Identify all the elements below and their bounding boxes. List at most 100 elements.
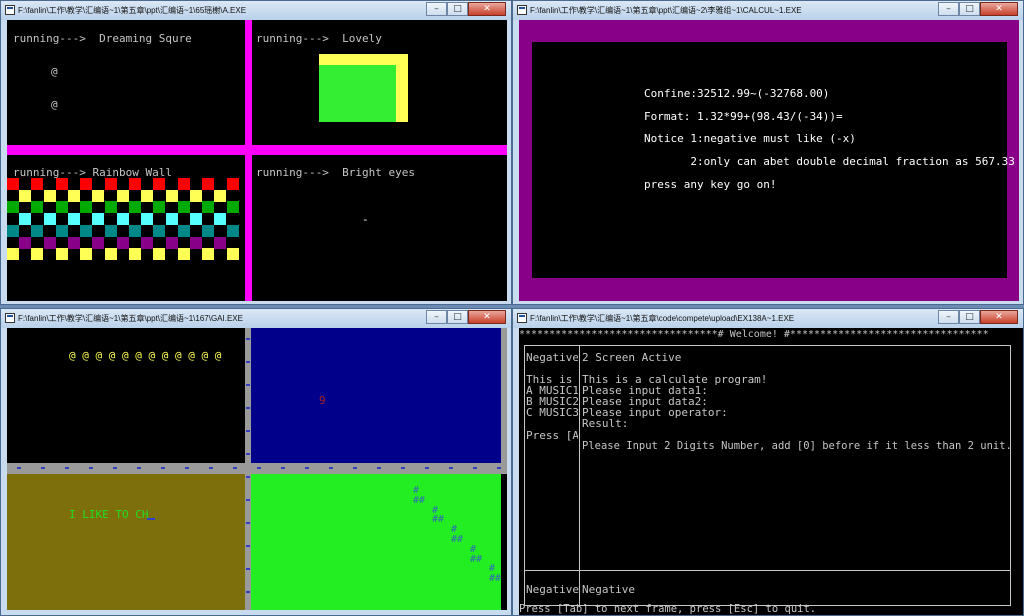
minimize-button[interactable]: –	[938, 310, 959, 324]
rainbow-brick	[202, 224, 215, 237]
at-row: @ @ @ @ @ @ @ @ @ @ @ @	[69, 349, 222, 362]
minimize-icon: –	[434, 312, 439, 322]
app-icon	[517, 5, 527, 15]
divider-dot	[246, 591, 250, 593]
divider-dot	[246, 384, 250, 386]
bottom-right-status: Negative	[582, 583, 635, 596]
rainbow-brick	[165, 236, 178, 249]
rainbow-brick	[177, 248, 190, 261]
rainbow-brick	[141, 189, 154, 202]
window-calculator[interactable]: F:\fanlin\工作\教学\汇编语~1\第五章\ppt\汇编语~2\李雅组~…	[512, 0, 1024, 305]
close-button[interactable]: ✕	[980, 310, 1018, 324]
divider-dot	[305, 467, 309, 469]
rainbow-brick	[116, 189, 129, 202]
close-icon: ✕	[483, 312, 491, 322]
minimize-button[interactable]: –	[938, 2, 959, 16]
maximize-button[interactable]: □	[447, 310, 468, 324]
rainbow-brick	[7, 201, 19, 214]
rainbow-brick	[31, 248, 44, 261]
frame-vertical-divider	[579, 345, 580, 606]
rainbow-brick	[129, 178, 141, 190]
rainbow-brick	[202, 178, 215, 190]
title-bar[interactable]: F:\fanlin\工作\教学\汇编语~1\第五章\ppt\汇编语~2\李雅组~…	[513, 1, 1023, 20]
console-area[interactable]: running---> Dreaming Squre @ @ running--…	[7, 20, 507, 301]
app-icon	[5, 313, 15, 323]
quad-green	[251, 474, 501, 610]
hash-mark: ##	[432, 514, 445, 526]
footer-hint: Press [Tab] to next frame, press [Esc] t…	[519, 603, 817, 615]
rainbow-brick	[153, 201, 166, 214]
minimize-button[interactable]: –	[426, 2, 447, 16]
title-bar[interactable]: F:\fanlin\工作\教学\汇编语~1\第五章\ppt\汇编语~1\65瑶榭…	[1, 1, 511, 20]
scrollbar[interactable]	[501, 328, 507, 463]
left-line: Press [A	[526, 429, 578, 442]
divider-dot	[161, 467, 165, 469]
maximize-button[interactable]: □	[959, 310, 980, 324]
q1-char: @	[51, 98, 58, 111]
rainbow-brick	[190, 189, 202, 202]
window-ex138a[interactable]: F:\fanlin\工作\教学\汇编语~1\第五章\code\compete\u…	[512, 308, 1024, 616]
divider-horizontal	[7, 145, 507, 155]
rainbow-brick	[104, 201, 117, 214]
divider-dot	[449, 467, 453, 469]
rainbow-brick	[153, 224, 166, 237]
olive-text: I LIKE TO CH	[69, 508, 149, 521]
divider-dot	[137, 467, 141, 469]
rainbow-brick	[226, 224, 239, 237]
rainbow-brick	[226, 178, 239, 190]
rainbow-brick	[177, 201, 190, 214]
rainbow-brick	[55, 178, 68, 190]
hash-mark: ##	[451, 534, 464, 545]
console-area[interactable]: Confine:32512.99~(-32768.00) Format: 1.3…	[519, 20, 1019, 301]
divider-dot	[233, 467, 237, 469]
divider-dot	[246, 338, 250, 340]
divider-dot	[209, 467, 213, 469]
right-frame[interactable]: 2 Screen Active This is a calculate prog…	[582, 351, 1010, 551]
restore-icon: □	[965, 312, 974, 322]
rainbow-brick	[80, 178, 93, 190]
rainbow-brick	[92, 236, 105, 249]
rainbow-brick	[43, 213, 56, 226]
rainbow-brick	[190, 236, 202, 249]
close-button[interactable]: ✕	[980, 2, 1018, 16]
divider-dot	[246, 568, 250, 570]
rainbow-brick	[226, 248, 239, 261]
divider-dot	[257, 467, 261, 469]
maximize-button[interactable]: □	[959, 2, 980, 16]
window-title: F:\fanlin\工作\教学\汇编语~1\第五章\ppt\汇编语~2\李雅组~…	[530, 6, 802, 15]
minimize-button[interactable]: –	[426, 310, 447, 324]
rainbow-brick	[68, 189, 80, 202]
divider-dot	[497, 467, 501, 469]
title-bar[interactable]: F:\fanlin\工作\教学\汇编语~1\第五章\ppt\汇编语~1\167\…	[1, 309, 511, 328]
window-gai[interactable]: F:\fanlin\工作\教学\汇编语~1\第五章\ppt\汇编语~1\167\…	[0, 308, 512, 616]
console-area[interactable]: @ @ @ @ @ @ @ @ @ @ @ @ 9 I LIKE TO CH #…	[7, 328, 507, 610]
right-line: Please Input 2 Digits Number, add [0] be…	[582, 440, 1010, 452]
left-frame[interactable]: Negative This is A MUSIC1 B MUSIC2 C MUS…	[526, 351, 578, 551]
rainbow-brick	[55, 248, 68, 261]
title-bar[interactable]: F:\fanlin\工作\教学\汇编语~1\第五章\code\compete\u…	[513, 309, 1023, 328]
rainbow-brick	[214, 189, 227, 202]
minimize-icon: –	[946, 312, 951, 322]
frame-horizontal-divider	[524, 570, 1011, 571]
rainbow-brick	[55, 224, 68, 237]
lovely-green-square	[319, 65, 396, 122]
divider-dot	[425, 467, 429, 469]
rainbow-brick	[7, 248, 19, 261]
welcome-header: *********************************# Welco…	[519, 329, 989, 340]
rainbow-brick	[129, 248, 141, 261]
maximize-button[interactable]: □	[447, 2, 468, 16]
rainbow-brick	[177, 224, 190, 237]
rainbow-brick	[19, 213, 32, 226]
divider-dot	[65, 467, 69, 469]
rainbow-brick	[190, 213, 202, 226]
hash-mark: ##	[470, 553, 483, 565]
close-button[interactable]: ✕	[468, 310, 506, 324]
close-button[interactable]: ✕	[468, 2, 506, 16]
window-dreaming-squre[interactable]: F:\fanlin\工作\教学\汇编语~1\第五章\ppt\汇编语~1\65瑶榭…	[0, 0, 512, 305]
minimize-icon: –	[946, 4, 951, 14]
minimize-icon: –	[434, 4, 439, 14]
divider-dot	[246, 430, 250, 432]
right-line: 2 Screen Active	[582, 351, 682, 364]
bright-eye: -	[362, 213, 369, 226]
console-area[interactable]: *********************************# Welco…	[519, 328, 1023, 615]
